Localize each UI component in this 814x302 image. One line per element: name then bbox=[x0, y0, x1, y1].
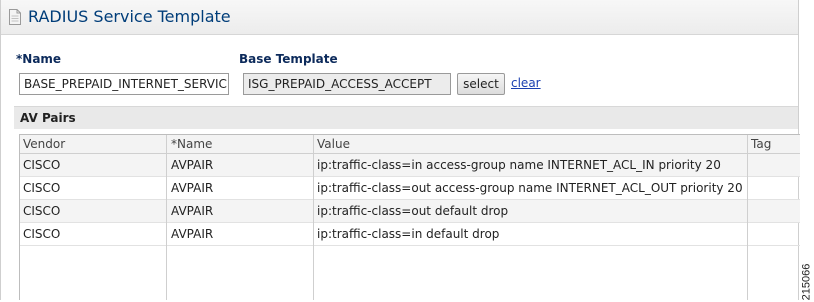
vendor-cell: CISCO bbox=[23, 158, 61, 172]
column-header-value[interactable]: Value bbox=[317, 137, 350, 151]
name-cell: AVPAIR bbox=[171, 181, 214, 195]
value-cell: ip:traffic-class=in access-group name IN… bbox=[317, 158, 721, 172]
service-template-panel: RADIUS Service Template *Name BASE_PREPA… bbox=[0, 0, 800, 300]
figure-number: 215066 bbox=[798, 262, 814, 302]
column-header-tag[interactable]: Tag bbox=[751, 137, 771, 151]
value-cell: ip:traffic-class=in default drop bbox=[317, 227, 500, 241]
column-divider bbox=[747, 135, 748, 300]
value-cell: ip:traffic-class=out default drop bbox=[317, 204, 509, 218]
table-row[interactable]: CISCO AVPAIR ip:traffic-class=in access-… bbox=[20, 154, 800, 177]
av-pairs-section-header: AV Pairs bbox=[14, 106, 798, 129]
vendor-cell: CISCO bbox=[23, 181, 61, 195]
column-divider bbox=[166, 135, 167, 300]
clear-link[interactable]: clear bbox=[511, 76, 541, 90]
av-pairs-table: Vendor *Name Value Tag CISCO AVPAIR ip:t… bbox=[19, 134, 800, 300]
vendor-cell: CISCO bbox=[23, 227, 61, 241]
table-row[interactable]: CISCO AVPAIR ip:traffic-class=in default… bbox=[20, 223, 800, 246]
name-cell: AVPAIR bbox=[171, 158, 214, 172]
panel-title: RADIUS Service Template bbox=[28, 7, 231, 26]
select-button[interactable]: select bbox=[457, 73, 505, 95]
column-divider bbox=[313, 135, 314, 300]
av-pairs-title: AV Pairs bbox=[20, 111, 76, 125]
base-template-label: Base Template bbox=[239, 52, 338, 66]
name-cell: AVPAIR bbox=[171, 227, 214, 241]
document-icon bbox=[9, 9, 21, 25]
base-template-field: ISG_PREPAID_ACCESS_ACCEPT bbox=[243, 73, 451, 95]
value-cell: ip:traffic-class=out access-group name I… bbox=[317, 181, 743, 195]
column-header-vendor[interactable]: Vendor bbox=[23, 137, 65, 151]
name-input[interactable]: BASE_PREPAID_INTERNET_SERVICE bbox=[19, 73, 229, 95]
figure-number-text: 215066 bbox=[800, 263, 813, 301]
column-header-name[interactable]: *Name bbox=[171, 137, 212, 151]
table-row[interactable]: CISCO AVPAIR ip:traffic-class=out access… bbox=[20, 177, 800, 200]
vendor-cell: CISCO bbox=[23, 204, 61, 218]
name-cell: AVPAIR bbox=[171, 204, 214, 218]
panel-titlebar: RADIUS Service Template bbox=[1, 0, 798, 35]
table-row[interactable]: CISCO AVPAIR ip:traffic-class=out defaul… bbox=[20, 200, 800, 223]
table-header: Vendor *Name Value Tag bbox=[20, 135, 800, 154]
name-label: *Name bbox=[16, 52, 62, 66]
